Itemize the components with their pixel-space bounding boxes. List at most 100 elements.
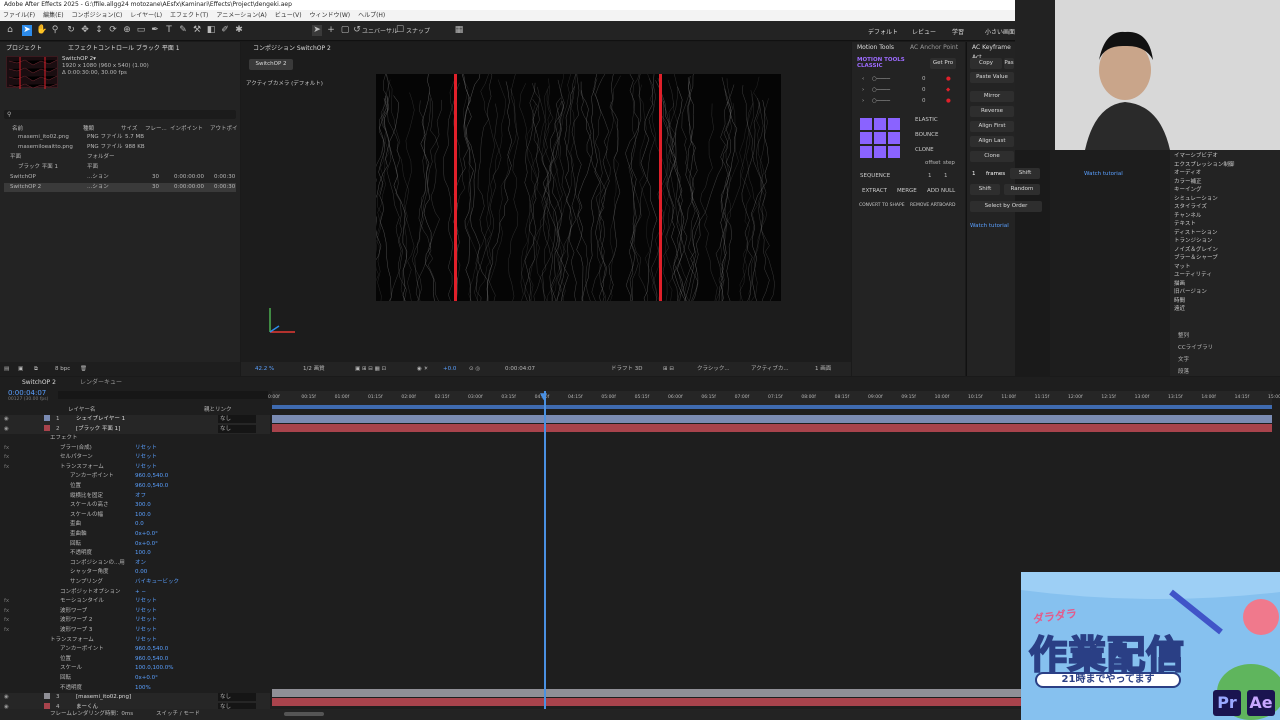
render-queue-tab[interactable]: レンダーキュー xyxy=(80,378,122,388)
property-value[interactable]: 100.0 xyxy=(135,549,151,557)
roto-brush-icon[interactable]: ✐ xyxy=(220,25,230,36)
property-value[interactable]: バイキュービック xyxy=(135,578,179,586)
menu-animation[interactable]: アニメーション(A) xyxy=(216,12,267,19)
playhead-handle-icon[interactable]: ▼ xyxy=(540,393,550,402)
anchor-grid[interactable] xyxy=(860,118,900,158)
shift-button[interactable]: Shift xyxy=(1010,168,1040,179)
property-value[interactable]: + − xyxy=(135,588,146,596)
fx-category-item[interactable]: ユーティリティ xyxy=(1174,271,1274,280)
home-icon[interactable]: ⌂ xyxy=(5,25,15,36)
tab-motion-tools[interactable]: Motion Tools xyxy=(857,43,894,53)
col-frame[interactable]: フレー... xyxy=(145,125,167,133)
panel-cc-libraries[interactable]: CCライブラリ xyxy=(1178,344,1213,352)
pan-tool-icon[interactable]: ✥ xyxy=(80,25,90,36)
property-value[interactable]: 0x+0.0° xyxy=(135,530,158,538)
menu-layer[interactable]: レイヤー(L) xyxy=(130,12,162,19)
property-value[interactable]: オフ xyxy=(135,492,146,500)
renderer-select[interactable]: クラシック... xyxy=(697,365,730,373)
sequence-label[interactable]: SEQUENCE xyxy=(860,172,890,180)
fx-category-item[interactable]: ディストーション xyxy=(1174,229,1274,238)
eraser-tool-icon[interactable]: ◧ xyxy=(206,25,216,36)
property-row[interactable]: アンカーポイント 960.0,540.0 xyxy=(0,472,270,482)
panel-paragraph[interactable]: 段落 xyxy=(1178,368,1189,376)
universal-label[interactable]: ユニバーサル xyxy=(362,26,398,35)
elastic-label[interactable]: ELASTIC xyxy=(915,116,938,124)
clone-stamp-icon[interactable]: ⚒ xyxy=(192,25,202,36)
fx-category-item[interactable]: 描画 xyxy=(1174,280,1274,289)
fx-category-item[interactable]: イマーシブビデオ xyxy=(1174,152,1274,161)
hand-tool-icon[interactable]: ✋ xyxy=(36,25,47,36)
convert-shape-button[interactable]: CONVERT TO SHAPE xyxy=(859,202,905,210)
copy-button[interactable]: Copy xyxy=(970,58,1002,69)
eye-icon[interactable]: ◉ xyxy=(4,415,9,423)
property-row[interactable]: スケール 100.0,100.0% xyxy=(0,664,270,674)
menu-file[interactable]: ファイル(F) xyxy=(3,12,35,19)
fx-category-item[interactable]: 時間 xyxy=(1174,297,1274,306)
trash-icon[interactable]: 🗑 xyxy=(80,365,87,373)
offset-value[interactable]: 1 xyxy=(928,172,932,180)
parent-select[interactable]: なし xyxy=(218,415,256,423)
comp-tab[interactable]: コンポジション SwitchOP 2 xyxy=(253,44,331,54)
comp-timecode[interactable]: 0:00:04:07 xyxy=(505,365,535,373)
comp-subtab[interactable]: SwitchOP 2 xyxy=(249,59,293,70)
snap-checkbox-icon[interactable]: ☐ xyxy=(395,25,405,36)
rectangle-tool-icon[interactable]: ▭ xyxy=(136,25,146,36)
fx-category-item[interactable]: 旧バージョン xyxy=(1174,288,1274,297)
watch-tutorial-link-2[interactable]: Watch tutorial xyxy=(1084,170,1123,178)
menu-window[interactable]: ウィンドウ(W) xyxy=(310,12,351,19)
menu-composition[interactable]: コンポジション(C) xyxy=(71,12,122,19)
property-row[interactable]: 縦横比を固定 オフ xyxy=(0,492,270,502)
property-value[interactable]: リセット xyxy=(135,597,157,605)
property-row[interactable]: コンポジットオプション + − xyxy=(0,588,270,598)
view-icons[interactable]: ⊞ ⊟ xyxy=(663,365,674,373)
property-row[interactable]: アンカーポイント 960.0,540.0 xyxy=(0,645,270,655)
property-row[interactable]: コンポジションの...用 オン xyxy=(0,559,270,569)
workspace-review[interactable]: レビュー xyxy=(912,27,936,36)
layer-bar-shape[interactable] xyxy=(272,415,1272,423)
eye-icon[interactable]: ◉ xyxy=(4,693,9,701)
layer-name[interactable]: [masemi_ito02.png] xyxy=(76,693,131,701)
label-color[interactable] xyxy=(44,415,50,421)
select-order-dropdown[interactable]: Select by Order xyxy=(970,201,1042,212)
workspace-small[interactable]: 小さい画面 xyxy=(985,27,1015,36)
dolly-tool-icon[interactable]: ↕ xyxy=(94,25,104,36)
random-button[interactable]: Random xyxy=(1004,184,1040,195)
fx-category-item[interactable]: キーイング xyxy=(1174,186,1274,195)
property-value[interactable]: 300.0 xyxy=(135,501,151,509)
flow-icon[interactable]: ⧉ xyxy=(34,365,38,373)
resolution-select[interactable]: 1/2 画質 xyxy=(303,365,325,373)
property-value[interactable]: リセット xyxy=(135,607,157,615)
menu-edit[interactable]: 編集(E) xyxy=(43,12,63,19)
exposure-value[interactable]: +0.0 xyxy=(443,365,456,373)
align-last-button[interactable]: Align Last xyxy=(970,136,1014,147)
extract-button[interactable]: EXTRACT xyxy=(862,187,887,195)
pointer-icon[interactable]: ➤ xyxy=(312,25,322,36)
time-ruler[interactable]: 0:00f 00:15f 01:00f 01:15f 02:00f 02:15f 03:00… xyxy=(268,391,1280,405)
property-row[interactable]: 回転 0x+0.0° xyxy=(0,540,270,550)
col-name[interactable]: 名前 xyxy=(12,125,23,133)
project-row[interactable]: SwitchOP 2 ...ション 30 0:00:00:00 0:00:30 xyxy=(4,183,236,192)
panel-align[interactable]: 整列 xyxy=(1178,332,1189,340)
timeline-tab[interactable]: SwitchOP 2 xyxy=(22,378,56,388)
property-value[interactable]: リセット xyxy=(135,636,157,644)
orbit-tool-icon[interactable]: ↻ xyxy=(66,25,76,36)
property-value[interactable]: 0.0 xyxy=(135,520,144,528)
property-row[interactable]: 歪曲軸 0x+0.0° xyxy=(0,530,270,540)
fx-category-item[interactable]: シミュレーション xyxy=(1174,195,1274,204)
workspace-default[interactable]: デフォルト xyxy=(868,27,898,36)
property-value[interactable]: 960.0,540.0 xyxy=(135,472,168,480)
square-icon[interactable]: ▢ xyxy=(340,25,350,36)
watch-tutorial-link-1[interactable]: Watch tutorial xyxy=(970,222,1009,230)
fx-category-item[interactable]: スタイライズ xyxy=(1174,203,1274,212)
property-row[interactable]: fx モーションタイル リセット xyxy=(0,597,270,607)
merge-button[interactable]: MERGE xyxy=(897,187,917,195)
pen-tool-icon[interactable]: ✒ xyxy=(150,25,160,36)
property-row[interactable]: スケールの幅 100.0 xyxy=(0,511,270,521)
tab-effect-controls[interactable]: エフェクトコントロール ブラック 平面 1 xyxy=(68,44,180,54)
mirror-button[interactable]: Mirror xyxy=(970,91,1014,102)
playhead[interactable] xyxy=(544,391,546,713)
property-value[interactable]: 0.00 xyxy=(135,568,147,576)
property-value[interactable]: リセット xyxy=(135,463,157,471)
step-value[interactable]: 1 xyxy=(944,172,948,180)
switches-modes-label[interactable]: スイッチ / モード xyxy=(156,710,200,718)
